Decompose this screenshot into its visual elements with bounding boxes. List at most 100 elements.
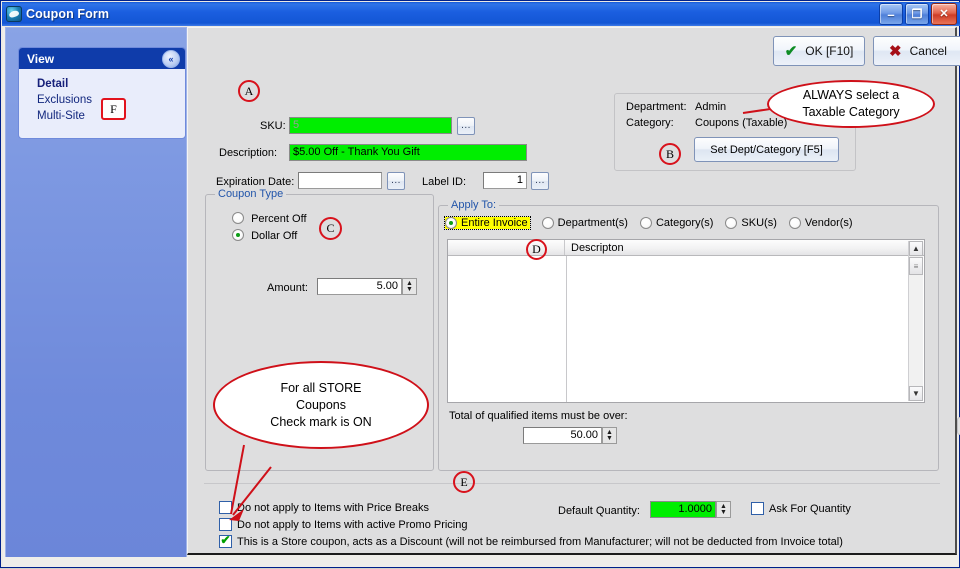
annotation-store-note-line2: Coupons	[295, 397, 347, 412]
radio-entire-invoice[interactable]: Entire Invoice	[444, 216, 531, 230]
annotation-marker-c: C	[319, 217, 342, 240]
coupon-type-legend: Coupon Type	[215, 188, 287, 200]
checkbox-store-coupon-icon	[219, 533, 232, 548]
radio-departments[interactable]: Department(s)	[541, 217, 628, 229]
close-button[interactable]: ✕	[931, 3, 957, 25]
amount-label: Amount:	[267, 282, 308, 294]
annotation-marker-a: A	[238, 80, 260, 102]
department-value: Admin	[695, 101, 727, 113]
category-label: Category:	[626, 117, 674, 129]
default-quantity-input[interactable]: 1.0000	[650, 501, 716, 518]
minimize-button[interactable]: –	[879, 3, 903, 25]
chevron-up-icon[interactable]: «	[162, 50, 180, 68]
scroll-up-button[interactable]: ▲	[909, 241, 923, 256]
spinner-down-icon-2: ▼	[606, 434, 613, 442]
coupon-form-window: Coupon Form – ❐ ✕ View « Detail Exclusio…	[0, 0, 960, 568]
radio-percent-off[interactable]: Percent Off	[232, 212, 307, 225]
checkbox-no-price-breaks[interactable]: Do not apply to Items with Price Breaks	[219, 501, 429, 514]
total-qualified-input[interactable]: 50.00	[523, 427, 602, 444]
total-qualified-label: Total of qualified items must be over:	[449, 410, 628, 422]
radio-categories-icon	[639, 217, 652, 229]
annotation-taxable-note-line1: ALWAYS select a	[802, 88, 900, 102]
apply-to-list-header: Descripton	[448, 240, 924, 256]
window-controls: – ❐ ✕	[877, 3, 960, 25]
view-panel-header: View «	[19, 48, 185, 69]
cancel-button-label: Cancel	[909, 44, 947, 58]
set-dept-category-label: Set Dept/Category [F5]	[710, 143, 823, 156]
radio-entire-invoice-label: Entire Invoice	[461, 217, 528, 229]
annotation-store-note-line3: Check mark is ON	[270, 414, 372, 429]
checkbox-store-coupon[interactable]: This is a Store coupon, acts as a Discou…	[219, 533, 843, 548]
radio-vendors[interactable]: Vendor(s)	[788, 217, 853, 229]
checkbox-ask-for-quantity[interactable]: Ask For Quantity	[751, 502, 851, 515]
minimize-icon: –	[887, 7, 895, 22]
app-icon	[6, 6, 22, 22]
view-panel: View « Detail Exclusions Multi-Site	[18, 47, 186, 139]
checkbox-ask-for-quantity-label: Ask For Quantity	[769, 502, 851, 515]
default-quantity-label: Default Quantity:	[558, 505, 640, 517]
left-navigation-pane: View « Detail Exclusions Multi-Site	[5, 27, 187, 561]
apply-to-group: Apply To: Entire Invoice Department(s) C…	[438, 199, 960, 471]
radio-dollar-off[interactable]: Dollar Off	[232, 229, 297, 242]
label-id-input[interactable]: 1	[483, 172, 527, 189]
close-icon: ✕	[939, 7, 949, 20]
annotation-marker-d: D	[526, 239, 547, 260]
radio-vendors-icon	[788, 217, 801, 229]
sku-browse-button[interactable]: ...	[457, 117, 475, 135]
annotation-marker-b: B	[659, 143, 681, 165]
scroll-down-button[interactable]: ▼	[909, 386, 923, 401]
amount-input[interactable]: 5.00	[317, 278, 402, 295]
amount-spinner[interactable]: ▲ ▼	[402, 278, 417, 295]
cancel-button[interactable]: ✖ Cancel	[873, 36, 960, 66]
ok-button-label: OK [F10]	[805, 44, 854, 58]
spinner-down-icon-3: ▼	[720, 508, 727, 516]
scroll-thumb[interactable]: ≡	[909, 257, 923, 275]
expiration-date-browse-button[interactable]: ...	[387, 172, 405, 190]
window-title: Coupon Form	[26, 7, 110, 21]
annotation-store-note: For all STORE Coupons Check mark is ON	[213, 361, 429, 449]
radio-percent-off-icon	[232, 212, 244, 224]
expiration-date-input[interactable]	[298, 172, 382, 189]
label-id-browse-button[interactable]: ...	[531, 172, 549, 190]
radio-dollar-off-label: Dollar Off	[251, 230, 298, 242]
default-quantity-spinner[interactable]: ▲ ▼	[716, 501, 731, 518]
radio-categories-label: Category(s)	[655, 217, 714, 229]
apply-to-list[interactable]: Descripton ▲ ≡ ▼	[447, 239, 925, 403]
radio-departments-label: Department(s)	[557, 217, 628, 229]
radio-categories[interactable]: Category(s)	[639, 217, 714, 229]
expiration-date-label: Expiration Date:	[216, 176, 295, 188]
description-input[interactable]: $5.00 Off - Thank You Gift	[289, 144, 527, 161]
radio-skus-label: SKU(s)	[741, 217, 777, 229]
title-bar: Coupon Form – ❐ ✕	[2, 2, 960, 26]
apply-to-scrollbar[interactable]: ▲ ≡ ▼	[908, 241, 923, 401]
radio-skus-icon	[725, 217, 738, 229]
maximize-button[interactable]: ❐	[905, 3, 929, 25]
column-header-description[interactable]: Descripton	[565, 240, 924, 255]
total-qualified-spinner[interactable]: ▲ ▼	[602, 427, 617, 444]
sku-input[interactable]: 5	[289, 117, 452, 134]
ok-button[interactable]: ✔ OK [F10]	[773, 36, 865, 66]
sidebar-item-detail[interactable]: Detail	[37, 76, 185, 92]
annotation-marker-e: E	[453, 471, 475, 493]
radio-departments-icon	[541, 217, 554, 229]
radio-dollar-off-icon	[232, 229, 244, 241]
radio-vendors-label: Vendor(s)	[804, 217, 853, 229]
radio-skus[interactable]: SKU(s)	[725, 217, 777, 229]
checkbox-no-promo-pricing[interactable]: Do not apply to Items with active Promo …	[219, 518, 467, 531]
view-panel-title: View	[27, 51, 55, 66]
sku-label: SKU:	[260, 120, 286, 132]
column-header-blank[interactable]	[448, 240, 565, 255]
department-label: Department:	[626, 101, 687, 113]
label-id-label: Label ID:	[422, 176, 467, 188]
checkbox-no-promo-pricing-icon	[219, 518, 232, 531]
annotation-store-note-line1: For all STORE	[280, 380, 362, 395]
checkmark-icon: ✔	[784, 42, 798, 60]
annotation-marker-f: F	[101, 98, 126, 120]
set-dept-category-button[interactable]: Set Dept/Category [F5]	[694, 137, 839, 162]
category-value: Coupons (Taxable)	[695, 117, 788, 129]
checkbox-no-price-breaks-label: Do not apply to Items with Price Breaks	[237, 501, 429, 514]
spinner-down-icon: ▼	[406, 285, 413, 293]
checkbox-store-coupon-label: This is a Store coupon, acts as a Discou…	[237, 535, 843, 548]
apply-to-list-rows	[449, 257, 908, 401]
apply-to-legend: Apply To:	[448, 199, 500, 211]
